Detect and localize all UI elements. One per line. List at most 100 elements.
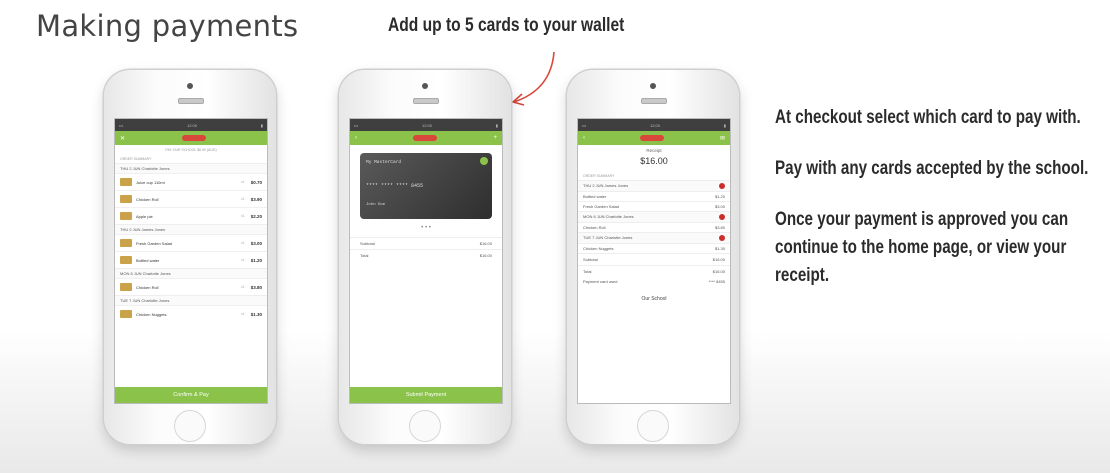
screen: ••• 12:00 ▮ ‹ ✉ Receipt $16.00 ORDER SUMMA… xyxy=(577,118,731,404)
item-price: $3.90 xyxy=(250,196,262,202)
speaker-icon xyxy=(413,98,439,104)
total-row: Total $16.00 xyxy=(578,265,730,277)
payment-row: Payment card used **** 8455 xyxy=(583,279,725,284)
item-qty: x1 xyxy=(241,180,245,184)
close-icon[interactable]: ✕ xyxy=(120,135,125,142)
speaker-icon xyxy=(178,98,204,104)
item-price: $0.70 xyxy=(250,179,262,185)
home-button[interactable] xyxy=(637,410,669,442)
day-header: THU 2 JUN James Jones xyxy=(578,180,730,191)
remove-icon[interactable] xyxy=(719,214,725,220)
item-price: $3.80 xyxy=(250,284,262,290)
summary-row: Subtotal $16.00 xyxy=(350,237,502,249)
back-icon[interactable]: ‹ xyxy=(583,135,585,141)
mail-icon[interactable]: ✉ xyxy=(720,135,725,142)
receipt-item: Fresh Garden Salad $3.00 xyxy=(578,201,730,211)
camera-icon xyxy=(650,83,656,89)
receipt-item: Chicken Nuggets $1.30 xyxy=(578,243,730,253)
item-qty: x1 xyxy=(241,312,245,316)
check-icon xyxy=(480,157,488,165)
camera-icon xyxy=(422,83,428,89)
speaker-icon xyxy=(641,98,667,104)
nav-bar: ✕ xyxy=(115,131,267,145)
order-item[interactable]: Chicken Nuggets x1 $1.30 xyxy=(115,305,267,322)
order-item[interactable]: Juice cup 110ml x1 $0.70 xyxy=(115,173,267,190)
receipt-item: Bottled water $1.20 xyxy=(578,191,730,201)
pager-dots[interactable]: • • • xyxy=(350,225,502,231)
instructions: At checkout select which card to pay wit… xyxy=(775,104,1088,313)
item-price: $1.20 xyxy=(250,257,262,263)
credit-card[interactable]: My MasterCard **** **** **** 8455 John D… xyxy=(360,153,492,219)
item-name: Fresh Garden Salad xyxy=(136,240,173,246)
screen: ••• 12:00 ▮ ‹ + My MasterCard **** **** **… xyxy=(349,118,503,404)
item-name: Chicken Roll xyxy=(136,284,159,290)
food-thumbnail xyxy=(120,178,132,186)
page-title: Making payments xyxy=(36,9,299,43)
phone-wallet: ••• 12:00 ▮ ‹ + My MasterCard **** **** **… xyxy=(339,70,511,444)
item-qty: x1 xyxy=(241,258,245,262)
section-label: ORDER SUMMARY xyxy=(120,157,152,161)
logo xyxy=(413,135,438,141)
nav-bar: ‹ ✉ xyxy=(578,131,730,145)
item-qty: x1 xyxy=(241,214,245,218)
day-header: TUE 7 JUN Charlotte Jones xyxy=(115,295,267,305)
card-holder: John Doe xyxy=(366,203,386,207)
card-number: **** **** **** 8455 xyxy=(366,183,424,189)
receipt-item: Chicken Roll $3.80 xyxy=(578,222,730,232)
receipt-label: Receipt xyxy=(646,148,662,153)
section-label: ORDER SUMMARY xyxy=(583,174,615,178)
food-thumbnail xyxy=(120,310,132,318)
item-qty: x1 xyxy=(241,241,245,245)
day-header: MON 6 JUN Charlotte Jones xyxy=(115,268,267,278)
screen: ••• 12:00 ▮ ✕ PAY OUR SCHOOL $6.90 (AUD) O… xyxy=(114,118,268,404)
summary-row: Total $16.00 xyxy=(350,249,502,261)
food-thumbnail xyxy=(120,256,132,264)
back-icon[interactable]: ‹ xyxy=(355,135,357,141)
home-button[interactable] xyxy=(409,410,441,442)
day-header: MON 6 JUN Charlotte Jones xyxy=(578,211,730,222)
order-item[interactable]: Chicken Roll x1 $3.80 xyxy=(115,278,267,295)
submit-payment-button[interactable]: Submit Payment xyxy=(350,387,502,403)
logo xyxy=(181,135,206,141)
remove-icon[interactable] xyxy=(719,235,725,241)
add-card-icon[interactable]: + xyxy=(493,135,497,141)
nav-bar: ‹ + xyxy=(350,131,502,145)
school-name: Our School xyxy=(641,296,667,302)
receipt-amount: $16.00 xyxy=(640,156,668,166)
camera-icon xyxy=(187,83,193,89)
subtotal-row: Subtotal $16.00 xyxy=(578,253,730,265)
item-price: $1.30 xyxy=(250,311,262,317)
payment-subtitle: PAY OUR SCHOOL $6.90 (AUD) xyxy=(165,148,217,152)
order-item[interactable]: Chicken Roll x1 $3.90 xyxy=(115,190,267,207)
item-name: Chicken Nuggets xyxy=(136,311,167,317)
instruction-1: At checkout select which card to pay wit… xyxy=(775,107,1081,128)
food-thumbnail xyxy=(120,212,132,220)
item-price: $3.00 xyxy=(250,240,262,246)
status-bar: ••• 12:00 ▮ xyxy=(350,119,502,131)
item-price: $2.20 xyxy=(250,213,262,219)
item-name: Bottled water xyxy=(136,257,160,263)
day-header: THU 2 JUN Charlotte Jones xyxy=(115,163,267,173)
callout-text: Add up to 5 cards to your wallet xyxy=(388,15,625,36)
order-item[interactable]: Apple pie x1 $2.20 xyxy=(115,207,267,224)
food-thumbnail xyxy=(120,239,132,247)
confirm-pay-button[interactable]: Confirm & Pay xyxy=(115,387,267,403)
phone-order-summary: ••• 12:00 ▮ ✕ PAY OUR SCHOOL $6.90 (AUD) O… xyxy=(104,70,276,444)
status-bar: ••• 12:00 ▮ xyxy=(115,119,267,131)
instruction-2: Pay with any cards accepted by the schoo… xyxy=(775,158,1089,179)
order-item[interactable]: Bottled water x1 $1.20 xyxy=(115,251,267,268)
item-qty: x1 xyxy=(241,285,245,289)
item-name: Juice cup 110ml xyxy=(136,179,165,185)
order-item[interactable]: Fresh Garden Salad x1 $3.00 xyxy=(115,234,267,251)
receipt-list: THU 2 JUN James Jones Bottled water $1.20 F… xyxy=(578,180,730,253)
home-button[interactable] xyxy=(174,410,206,442)
order-list: THU 2 JUN Charlotte Jones Juice cup 110ml… xyxy=(115,163,267,322)
status-bar: ••• 12:00 ▮ xyxy=(578,119,730,131)
remove-icon[interactable] xyxy=(719,183,725,189)
food-thumbnail xyxy=(120,283,132,291)
logo xyxy=(640,135,665,141)
card-name: My MasterCard xyxy=(366,160,402,165)
item-qty: x1 xyxy=(241,197,245,201)
instruction-3: Once your payment is approved you can co… xyxy=(775,209,1069,286)
phone-receipt: ••• 12:00 ▮ ‹ ✉ Receipt $16.00 ORDER SUMMA… xyxy=(567,70,739,444)
